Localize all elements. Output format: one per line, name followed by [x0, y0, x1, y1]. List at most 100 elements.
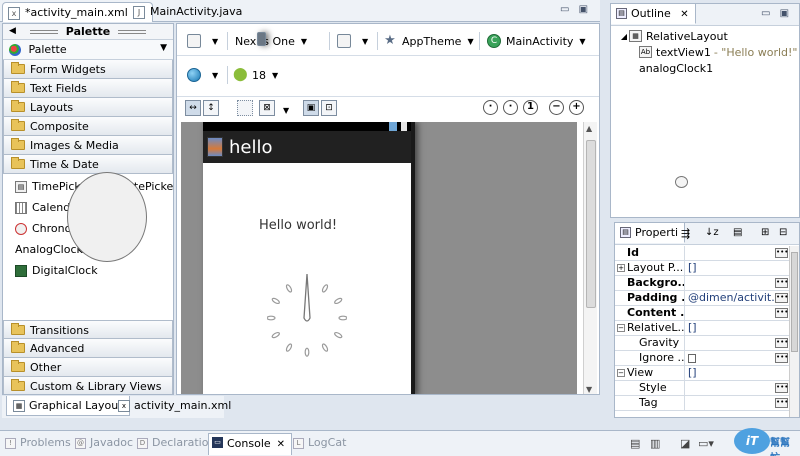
tree-node-textview1[interactable]: Ab textView1 - "Hello world!" [611, 44, 799, 60]
property-row[interactable]: Tag ••• [615, 396, 791, 411]
tab-properties[interactable]: ▤ Properti [615, 223, 686, 243]
distribute-button[interactable]: ⊠ [259, 100, 275, 116]
collapse-all-icon[interactable]: ⊟ [779, 227, 787, 238]
more-layout-actions[interactable]: ▼ [277, 101, 289, 119]
display-console-icon[interactable]: ▭▾ [698, 437, 714, 450]
locale-dropdown[interactable]: ▼ [187, 66, 218, 84]
ellipsis-button[interactable]: ••• [775, 338, 788, 348]
logcat-icon: L [293, 438, 304, 449]
category-label: Time & Date [30, 158, 99, 171]
palette-selector[interactable]: Palette ▼ [3, 40, 173, 60]
widget-analogclock[interactable]: AnalogClock [15, 172, 147, 262]
show-layout-button[interactable]: ⊡ [321, 100, 337, 116]
close-icon[interactable]: ✕ [277, 439, 285, 450]
property-row[interactable]: Style ••• [615, 381, 791, 396]
properties-scrollbar[interactable] [789, 246, 799, 417]
scroll-lock-icon[interactable]: ▥ [650, 437, 660, 450]
property-row[interactable]: + Layout P...[] [615, 261, 791, 276]
orientation-dropdown[interactable]: ▼ [337, 32, 368, 50]
margins-button[interactable] [237, 100, 253, 116]
palette-category-images-media[interactable]: Images & Media [3, 136, 173, 155]
ellipsis-button[interactable]: ••• [775, 278, 788, 288]
tree-node-relativelayout[interactable]: ◢ ▦ RelativeLayout [611, 28, 799, 44]
palette-category-other[interactable]: Other [3, 358, 173, 377]
property-row[interactable]: Backgro... ••• [615, 276, 791, 291]
folder-icon [11, 138, 25, 150]
tab-javadoc[interactable]: @ Javadoc [72, 435, 139, 453]
toggle-height-button[interactable]: ↕ [203, 100, 219, 116]
activity-dropdown[interactable]: C MainActivity ▼ [487, 32, 586, 50]
tree-node-analogclock1[interactable]: analogClock1 [611, 60, 799, 188]
scroll-down-icon[interactable]: ▼ [586, 385, 592, 394]
property-value[interactable]: [] [685, 366, 791, 380]
tab-problems[interactable]: ! Problems [2, 435, 77, 453]
tab-logcat[interactable]: L LogCat [290, 435, 352, 453]
text-view-hello[interactable]: Hello world! [259, 218, 337, 233]
expand-icon[interactable]: ◢ [619, 32, 629, 41]
property-value[interactable]: [] [685, 321, 791, 335]
property-row[interactable]: − View[] [615, 366, 791, 381]
property-row[interactable]: − RelativeL...[] [615, 321, 791, 336]
palette-category-form-widgets[interactable]: Form Widgets [3, 60, 173, 79]
ellipsis-button[interactable]: ••• [775, 293, 788, 303]
palette-category-text-fields[interactable]: Text Fields [3, 79, 173, 98]
property-row[interactable]: Id ••• [615, 246, 791, 261]
tab-outline[interactable]: ▤ Outline ✕ [611, 4, 696, 24]
scrollbar-thumb[interactable] [586, 140, 596, 308]
property-row[interactable]: Content ... ••• [615, 306, 791, 321]
advanced-icon[interactable]: ▤ [733, 227, 742, 238]
ellipsis-button[interactable]: ••• [775, 383, 788, 393]
analog-clock-widget[interactable] [267, 270, 347, 360]
palette-category-time-date[interactable]: Time & Date [3, 155, 173, 174]
layout-canvas[interactable]: hello Hello world! [181, 122, 577, 394]
filter-icon[interactable]: ⇶ [681, 227, 690, 240]
config-chooser[interactable]: ▼ [187, 32, 218, 50]
property-row[interactable]: Gravity ••• [615, 336, 791, 351]
zoom-real-size-icon[interactable]: · [503, 100, 518, 115]
scrollbar-thumb[interactable] [791, 252, 798, 352]
chevron-down-icon: ▼ [579, 36, 586, 46]
category-label: Layouts [30, 101, 74, 114]
tab-activity-main-xml[interactable]: x activity_main.xml [112, 396, 237, 416]
zoom-in-icon[interactable]: + [569, 100, 584, 115]
widget-digitalclock[interactable]: DigitalClock [15, 264, 98, 277]
clear-console-icon[interactable]: ▤ [630, 437, 640, 450]
window-controls[interactable]: ▭ ▣ [560, 4, 591, 15]
property-row[interactable]: Padding ...@dimen/activit...••• [615, 291, 791, 306]
theme-dropdown[interactable]: ★ AppTheme ▼ [383, 32, 473, 50]
property-row[interactable]: Ignore ... ••• [615, 351, 791, 366]
palette-category-advanced[interactable]: Advanced [3, 339, 173, 358]
expand-all-icon[interactable]: ⊞ [761, 227, 769, 238]
ellipsis-button[interactable]: ••• [775, 353, 788, 363]
expand-toggle-icon[interactable]: − [617, 324, 625, 332]
zoom-fit-icon[interactable]: · [483, 100, 498, 115]
ellipsis-button[interactable]: ••• [775, 308, 788, 318]
ellipsis-button[interactable]: ••• [775, 398, 788, 408]
ellipsis-button[interactable]: ••• [775, 248, 788, 258]
sort-az-icon[interactable]: ↓z [705, 227, 719, 238]
pin-console-icon[interactable]: ◪ [680, 437, 690, 450]
collapse-left-icon[interactable]: ◀ [9, 24, 16, 39]
property-value[interactable]: [] [685, 261, 791, 275]
device-screen[interactable]: hello Hello world! [203, 122, 411, 394]
checkbox[interactable] [688, 353, 696, 363]
device-dropdown[interactable]: Nexus One ▼ [235, 32, 307, 50]
palette-category-custom-library-views[interactable]: Custom & Library Views [3, 377, 173, 394]
palette-category-composite[interactable]: Composite [3, 117, 173, 136]
close-icon[interactable]: ✕ [680, 9, 688, 20]
toggle-width-button[interactable]: ↔ [185, 100, 201, 116]
tab-graphical-layout[interactable]: ▦ Graphical Layout [6, 396, 130, 416]
palette-category-layouts[interactable]: Layouts [3, 98, 173, 117]
palette-category-transitions[interactable]: Transitions [3, 320, 173, 339]
expand-toggle-icon[interactable]: + [617, 264, 625, 272]
scroll-up-icon[interactable]: ▲ [586, 124, 592, 133]
window-controls[interactable]: ▭ ▣ [761, 8, 792, 19]
zoom-out-icon[interactable]: − [549, 100, 564, 115]
expand-toggle-icon[interactable]: − [617, 369, 625, 377]
canvas-scrollbar[interactable]: ▲ ▼ [583, 122, 597, 394]
editor-tab-mainactivity-java[interactable]: J MainActivity.java [128, 2, 248, 22]
api-level-dropdown[interactable]: ⬤ 18 ▼ [233, 66, 278, 84]
tab-console[interactable]: ▭ Console ✕ [208, 433, 293, 455]
show-structure-button[interactable]: ▣ [303, 100, 319, 116]
zoom-100-icon[interactable]: 1 [523, 100, 538, 115]
